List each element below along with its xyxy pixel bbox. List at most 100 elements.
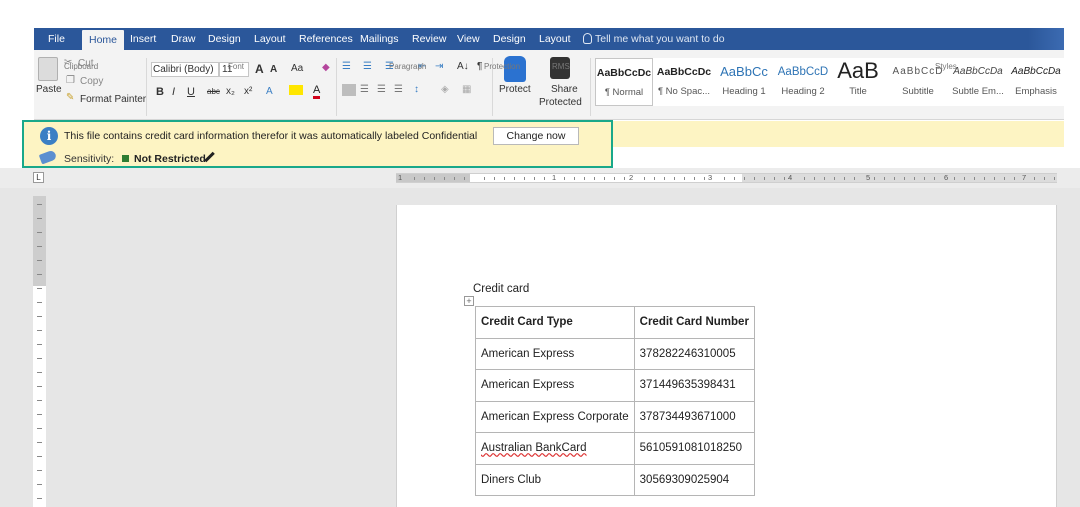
align-center-icon[interactable]: ☰	[360, 84, 369, 95]
share-protected-label[interactable]: Protected	[539, 97, 582, 108]
borders-icon[interactable]: ▦	[462, 84, 471, 95]
protection-group-label: Protection	[484, 62, 521, 71]
sort-button[interactable]: A↓	[457, 61, 469, 72]
style-heading-2[interactable]: AaBbCcD Heading 2	[774, 58, 832, 106]
change-case-button[interactable]: Aa	[291, 63, 303, 74]
ruler-tick	[724, 177, 725, 180]
style-subtle-emphasis[interactable]: AaBbCcDa Subtle Em...	[949, 58, 1007, 106]
text-effects-icon[interactable]: A	[266, 86, 273, 97]
ruler-tick	[654, 177, 655, 180]
tell-me-search[interactable]: Tell me what you want to do	[583, 28, 725, 50]
strikethrough-button[interactable]: abc	[207, 87, 220, 96]
vertical-ruler[interactable]	[33, 196, 46, 507]
edit-pencil-icon[interactable]	[204, 151, 215, 163]
tab-file[interactable]: File	[48, 28, 65, 50]
increase-indent-icon[interactable]: ⇥	[435, 61, 443, 72]
tab-insert[interactable]: Insert	[130, 28, 156, 50]
group-divider	[590, 58, 591, 116]
bullets-icon[interactable]: ☰	[342, 61, 351, 72]
highlight-icon[interactable]	[289, 85, 303, 95]
lightbulb-icon	[583, 33, 592, 44]
table-cell[interactable]: 378282246310005	[633, 337, 755, 370]
style-emphasis[interactable]: AaBbCcDa Emphasis	[1008, 58, 1064, 106]
style-heading-1[interactable]: AaBbCc Heading 1	[715, 58, 773, 106]
table-header-row: Credit Card Type Credit Card Number	[475, 306, 755, 339]
copy-icon: ❐	[66, 75, 75, 86]
table-cell[interactable]: 5610591081018250	[633, 432, 755, 465]
tab-selector[interactable]: L	[33, 172, 44, 183]
table-move-handle-icon[interactable]: +	[464, 296, 474, 306]
numbering-icon[interactable]: ☰	[363, 61, 372, 72]
table-header-cell[interactable]: Credit Card Number	[633, 306, 755, 339]
font-name-select[interactable]: Calibri (Body)	[151, 62, 219, 77]
align-right-icon[interactable]: ☰	[377, 84, 386, 95]
style-no-spacing[interactable]: AaBbCcDc ¶ No Spac...	[655, 58, 713, 106]
change-now-button[interactable]: Change now	[493, 127, 579, 145]
ruler-tick	[37, 218, 42, 219]
shading-icon[interactable]: ◈	[441, 84, 449, 95]
tab-design[interactable]: Design	[208, 28, 241, 50]
ruler-tick	[1054, 177, 1055, 180]
ruler-tick	[564, 177, 565, 180]
credit-card-table: Credit Card Type Credit Card Number Amer…	[475, 306, 755, 496]
style-preview: AaBbCcD	[777, 66, 829, 78]
tab-draw[interactable]: Draw	[171, 28, 196, 50]
table-cell[interactable]: Australian BankCard	[475, 432, 635, 465]
show-marks-button[interactable]: ¶	[477, 61, 482, 72]
align-left-icon[interactable]	[342, 84, 356, 96]
format-painter-button[interactable]: Format Painter	[80, 94, 146, 105]
share-label[interactable]: Share	[551, 84, 578, 95]
style-normal[interactable]: AaBbCcDc ¶ Normal	[595, 58, 653, 106]
table-header-cell[interactable]: Credit Card Type	[475, 306, 635, 339]
copy-button[interactable]: Copy	[80, 76, 103, 87]
horizontal-ruler[interactable]: 1 1 2 3 4 5 6 7	[396, 173, 1057, 183]
table-cell[interactable]: American Express	[475, 369, 635, 402]
document-page[interactable]: Credit card + Credit Card Type Credit Ca…	[396, 205, 1057, 507]
line-spacing-icon[interactable]: ↕	[414, 84, 419, 95]
tab-view[interactable]: View	[457, 28, 480, 50]
ruler-tick	[804, 177, 805, 180]
clear-format-icon[interactable]: ◆	[322, 62, 330, 73]
tab-mailings[interactable]: Mailings	[360, 28, 399, 50]
ruler-tick	[834, 177, 835, 180]
table-cell[interactable]: 30569309025904	[633, 463, 755, 496]
table-row: Australian BankCard 5610591081018250	[475, 432, 755, 465]
table-cell[interactable]: American Express Corporate	[475, 400, 635, 433]
table-cell[interactable]: Diners Club	[475, 463, 635, 496]
ruler-tick	[1034, 177, 1035, 180]
tab-home[interactable]: Home	[82, 30, 125, 52]
superscript-button[interactable]: x²	[244, 86, 252, 97]
ruler-tick	[37, 484, 42, 485]
tab-table-layout[interactable]: Layout	[539, 28, 571, 50]
table-cell[interactable]: 378734493671000	[633, 400, 755, 433]
tab-review[interactable]: Review	[412, 28, 446, 50]
font-color-icon[interactable]: A	[313, 85, 321, 99]
paste-button[interactable]: Paste	[36, 84, 62, 95]
sensitivity-value[interactable]: Not Restricted	[134, 153, 206, 165]
tab-table-design[interactable]: Design	[493, 28, 526, 50]
style-title[interactable]: AaB Title	[832, 58, 884, 106]
table-cell[interactable]: American Express	[475, 337, 635, 370]
ruler-number: 1	[552, 173, 557, 182]
ruler-tick	[994, 177, 995, 180]
shrink-font-button[interactable]: A	[270, 64, 277, 75]
justify-icon[interactable]: ☰	[394, 84, 403, 95]
ruler-number: 5	[866, 173, 871, 182]
ruler-tick	[824, 177, 825, 180]
sensitivity-tag-icon	[38, 149, 58, 165]
ruler-tick	[444, 177, 445, 180]
tab-layout[interactable]: Layout	[254, 28, 286, 50]
bold-button[interactable]: B	[156, 86, 164, 98]
protect-button[interactable]: Protect	[499, 84, 531, 95]
ruler-tick	[614, 177, 615, 180]
underline-button[interactable]: U	[187, 86, 195, 98]
grow-font-button[interactable]: A	[255, 62, 264, 76]
table-cell[interactable]: 371449635398431	[633, 369, 755, 402]
ruler-tick	[37, 414, 42, 415]
ruler-tick	[37, 456, 42, 457]
style-name: Emphasis	[1015, 86, 1057, 97]
paste-icon[interactable]	[38, 57, 58, 81]
tab-references[interactable]: References	[299, 28, 353, 50]
italic-button[interactable]: I	[172, 86, 175, 98]
subscript-button[interactable]: x₂	[226, 86, 235, 97]
